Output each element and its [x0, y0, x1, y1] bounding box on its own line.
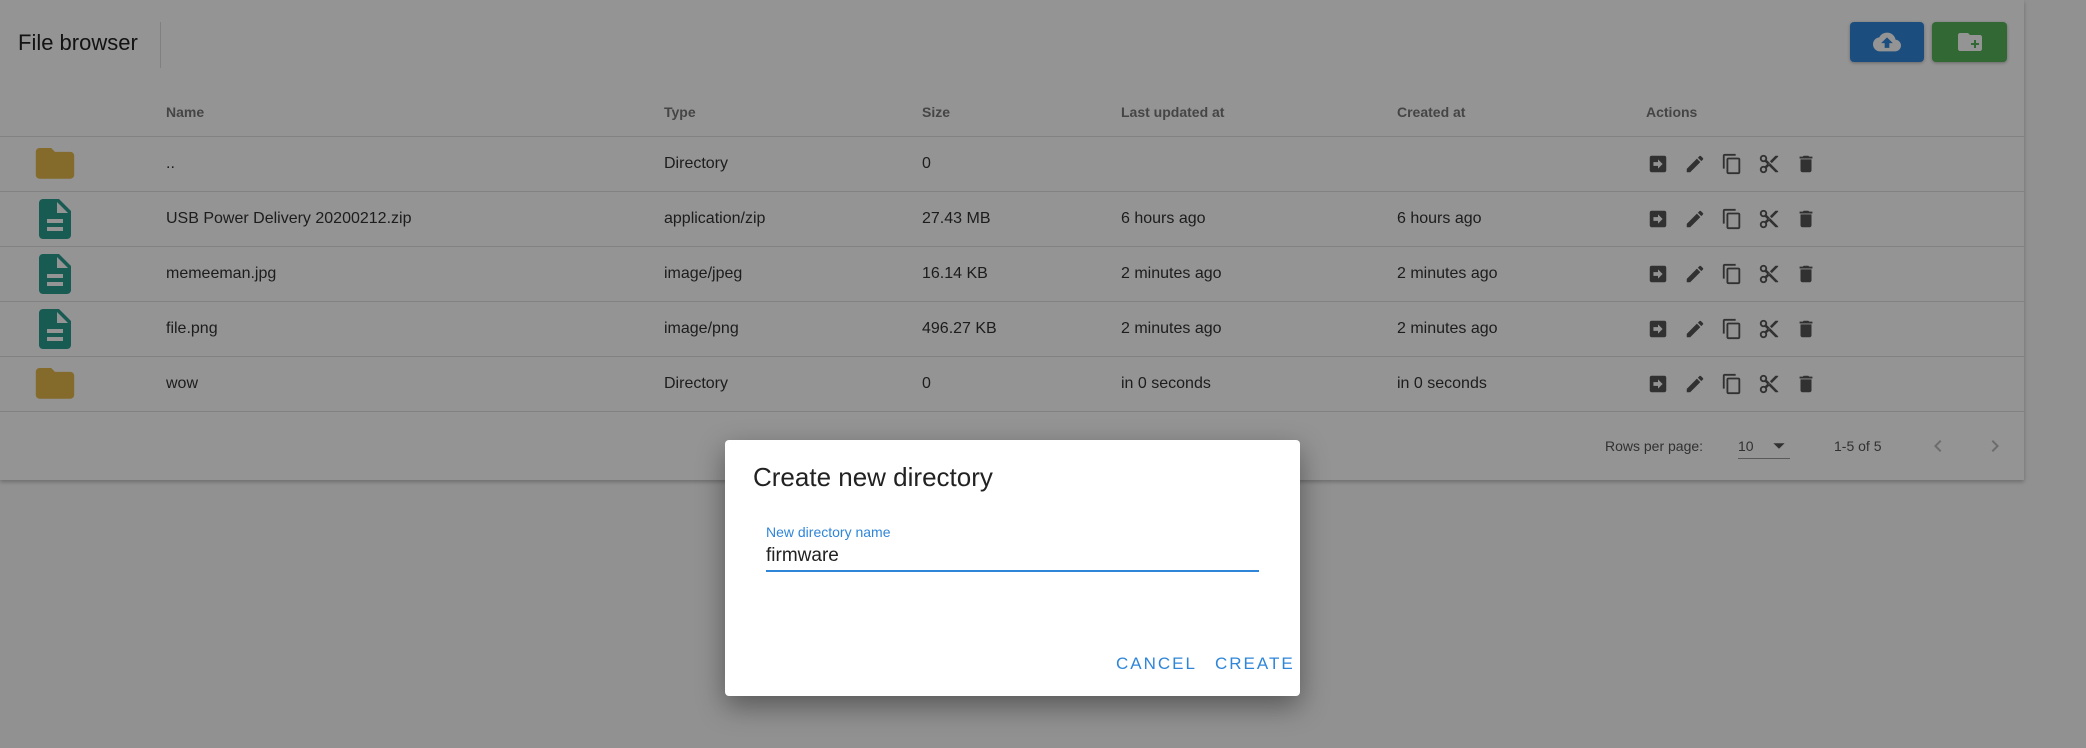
dialog-title: Create new directory [753, 462, 993, 492]
page: File browser Name Type Size Last updated… [0, 0, 2086, 748]
directory-name-input[interactable] [766, 542, 1259, 572]
directory-name-label: New directory name [766, 524, 891, 540]
create-directory-dialog: Create new directory New directory name … [725, 440, 1300, 696]
cancel-button[interactable]: CANCEL [1116, 654, 1197, 674]
create-button[interactable]: CREATE [1215, 654, 1295, 674]
